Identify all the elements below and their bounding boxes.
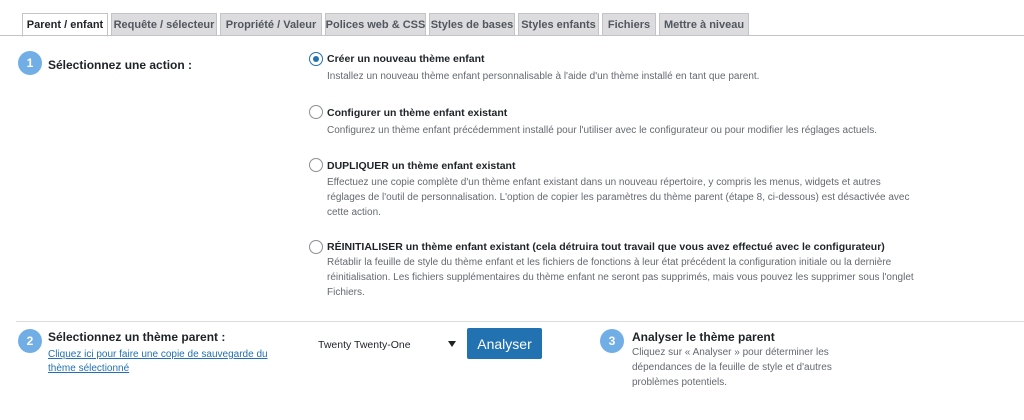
- section-divider: [16, 321, 1024, 322]
- option-duplicate-description: Effectuez une copie complète d'un thème …: [327, 177, 910, 218]
- option-create-description: Installez un nouveau thème enfant person…: [327, 71, 760, 82]
- tab-requete-selecteur[interactable]: Requête / sélecteur: [111, 13, 217, 36]
- option-configure-description: Configurez un thème enfant précédemment …: [327, 125, 877, 136]
- tab-parent-enfant[interactable]: Parent / enfant: [22, 13, 108, 37]
- step-3-description: Cliquez sur « Analyser » pour déterminer…: [632, 347, 832, 388]
- tab-styles-enfants[interactable]: Styles enfants: [518, 13, 599, 36]
- parent-theme-select-value: Twenty Twenty-One: [318, 339, 411, 351]
- step-2-badge: 2: [18, 329, 42, 353]
- option-create-label[interactable]: Créer un nouveau thème enfant: [327, 53, 485, 65]
- radio-create-child-theme[interactable]: [309, 52, 323, 66]
- tab-polices-web-css[interactable]: Polices web & CSS: [325, 13, 426, 36]
- radio-reset-child-theme[interactable]: [309, 240, 323, 254]
- tab-propriete-valeur[interactable]: Propriété / Valeur: [220, 13, 322, 36]
- step-1-title: Sélectionnez une action :: [48, 58, 193, 72]
- parent-theme-select[interactable]: Twenty Twenty-One: [312, 335, 458, 355]
- tab-bar: Parent / enfant Requête / sélecteur Prop…: [0, 0, 1024, 37]
- tab-mettre-a-niveau[interactable]: Mettre à niveau: [659, 13, 749, 36]
- option-configure-label[interactable]: Configurer un thème enfant existant: [327, 107, 507, 119]
- step-2-title: Sélectionnez un thème parent :: [48, 330, 226, 344]
- step-1-badge: 1: [18, 51, 42, 75]
- radio-duplicate-child-theme[interactable]: [309, 158, 323, 172]
- option-duplicate-label[interactable]: DUPLIQUER un thème enfant existant: [327, 160, 515, 172]
- tab-fichiers[interactable]: Fichiers: [602, 13, 656, 36]
- option-reset-description: Rétablir la feuille de style du thème en…: [327, 257, 914, 298]
- step-3-badge: 3: [600, 329, 624, 353]
- radio-configure-child-theme[interactable]: [309, 105, 323, 119]
- tab-styles-de-bases[interactable]: Styles de bases: [429, 13, 515, 36]
- step-3-title: Analyser le thème parent: [632, 330, 775, 344]
- backup-theme-link[interactable]: Cliquez ici pour faire une copie de sauv…: [48, 348, 278, 376]
- tab-bar-divider: [0, 35, 1024, 36]
- chevron-down-icon: [448, 341, 456, 347]
- analyze-button[interactable]: Analyser: [467, 328, 542, 359]
- option-reset-label[interactable]: RÉINITIALISER un thème enfant existant (…: [327, 241, 885, 253]
